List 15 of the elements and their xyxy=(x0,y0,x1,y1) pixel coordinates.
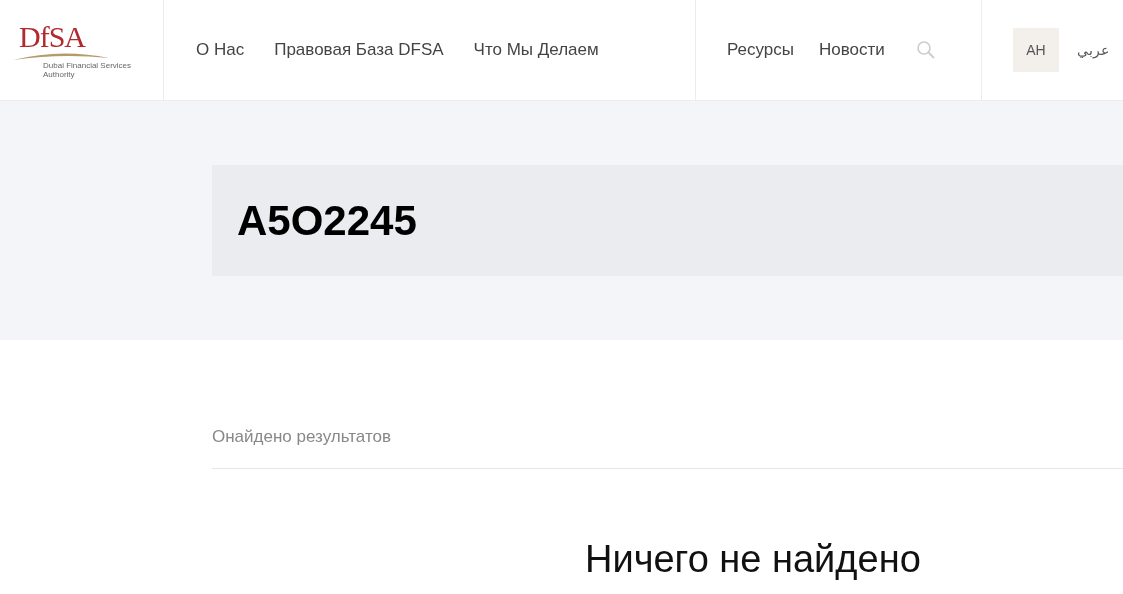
search-title: A5O2245 xyxy=(237,196,417,245)
logo[interactable]: DfSA Dubai Financial Services Authority xyxy=(13,21,143,79)
logo-caption: Dubai Financial Services Authority xyxy=(43,60,133,79)
nav-link[interactable]: О Нас xyxy=(196,40,245,60)
swoosh-icon xyxy=(13,51,109,60)
logo-mark: DfSA xyxy=(19,21,85,52)
language-button[interactable]: عربي xyxy=(1069,28,1117,72)
nav-link[interactable]: Ресурсы xyxy=(727,40,795,60)
language-button[interactable]: AH xyxy=(1013,28,1059,72)
nav-link[interactable]: Правовая База DFSA xyxy=(274,40,444,60)
nav-link[interactable]: Новости xyxy=(819,40,885,60)
search-icon[interactable] xyxy=(915,40,936,60)
nav-link[interactable]: Что Мы Делаем xyxy=(473,40,599,60)
results-count: Онайдено результатов xyxy=(212,427,1123,469)
empty-message: Ничего не найдено xyxy=(585,538,922,581)
